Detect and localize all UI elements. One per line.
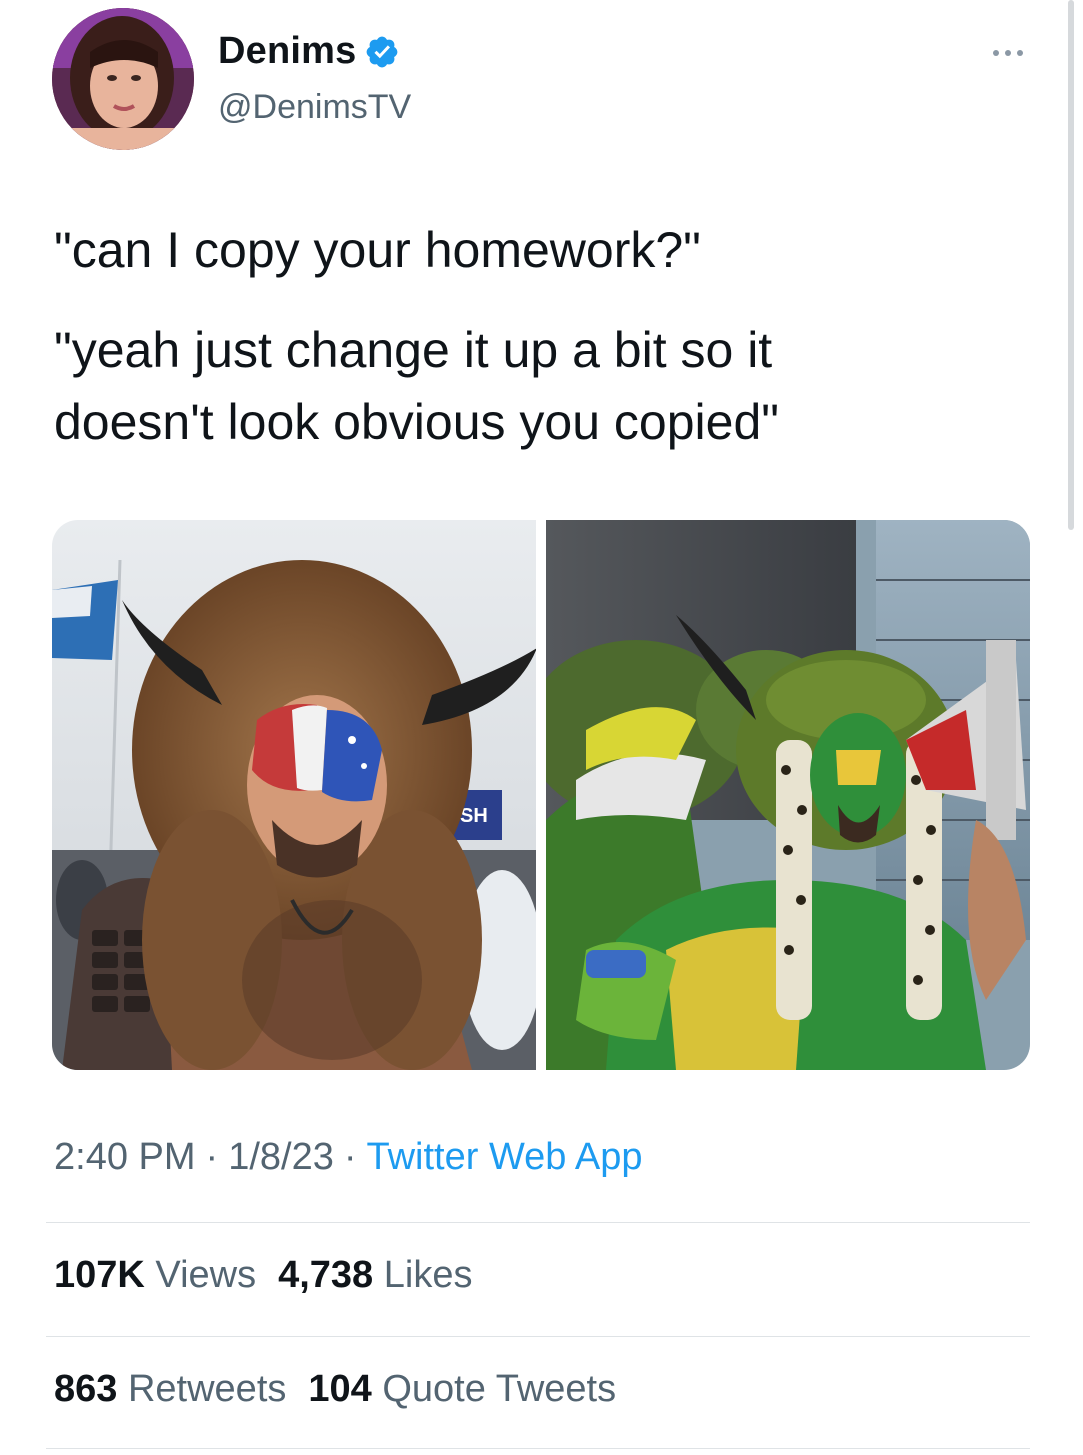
- retweets-label: Retweets: [127, 1368, 287, 1410]
- views-stat[interactable]: 107K Views: [54, 1254, 256, 1296]
- likes-stat[interactable]: 4,738 Likes: [278, 1254, 472, 1296]
- stats-row-views-likes: 107K Views 4,738 Likes: [54, 1254, 472, 1297]
- retweets-stat[interactable]: 863 Retweets: [54, 1368, 286, 1410]
- quotes-count: 104: [308, 1368, 372, 1410]
- more-options-icon-dot: [1005, 50, 1011, 56]
- tweet-time[interactable]: 2:40 PM: [54, 1136, 196, 1178]
- meta-separator: ·: [205, 1136, 219, 1178]
- author-display-name[interactable]: Denims: [218, 30, 356, 73]
- more-options-button[interactable]: [978, 38, 1038, 68]
- divider: [46, 1448, 1030, 1449]
- tweet-photo-2[interactable]: [546, 520, 1030, 1070]
- tweet-photo-1[interactable]: SH: [52, 520, 536, 1070]
- quotes-label: Quote Tweets: [382, 1368, 617, 1410]
- likes-count: 4,738: [278, 1254, 374, 1296]
- scrollbar[interactable]: [1068, 0, 1074, 530]
- more-options-icon: [993, 50, 999, 56]
- more-options-icon-dot: [1017, 50, 1023, 56]
- photo-1-sign-text: SH: [460, 805, 488, 827]
- views-label: Views: [155, 1254, 257, 1296]
- tweet-text-line-3: doesn't look obvious you copied": [54, 394, 779, 450]
- views-count: 107K: [54, 1254, 145, 1296]
- quote-tweets-stat[interactable]: 104 Quote Tweets: [308, 1368, 616, 1410]
- retweets-count: 863: [54, 1368, 118, 1410]
- meta-separator: ·: [343, 1136, 357, 1178]
- verified-badge-icon: [367, 36, 398, 67]
- likes-label: Likes: [383, 1254, 473, 1296]
- tweet-date[interactable]: 1/8/23: [228, 1136, 334, 1178]
- author-name-row[interactable]: Denims: [218, 30, 400, 73]
- tweet-text-line-2: "yeah just change it up a bit so it: [54, 322, 773, 378]
- tweet-media: SH: [52, 520, 1030, 1070]
- divider: [46, 1222, 1030, 1223]
- avatar[interactable]: [52, 8, 194, 150]
- tweet-text-line-1: "can I copy your homework?": [54, 222, 701, 278]
- tweet-meta: 2:40 PM · 1/8/23 · Twitter Web App: [54, 1136, 642, 1179]
- author-handle[interactable]: @DenimsTV: [218, 88, 411, 127]
- divider: [46, 1336, 1030, 1337]
- tweet: Denims @DenimsTV "can I copy your homewo…: [0, 0, 1083, 1455]
- tweet-source-link[interactable]: Twitter Web App: [367, 1136, 643, 1178]
- stats-row-retweets-quotes: 863 Retweets 104 Quote Tweets: [54, 1368, 616, 1411]
